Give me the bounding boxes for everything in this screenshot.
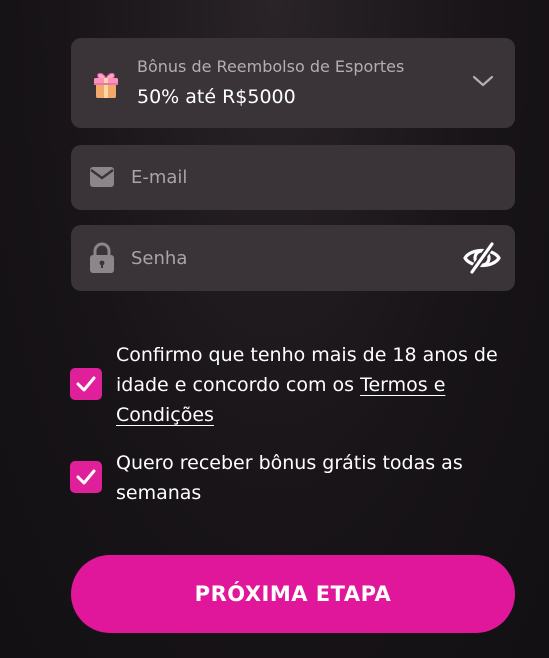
envelope-icon bbox=[90, 167, 114, 187]
weekly-bonus-label: Quero receber bônus grátis todas as sema… bbox=[116, 452, 463, 504]
lock-icon bbox=[90, 242, 114, 273]
registration-form: Bônus de Reembolso de Esportes 50% até R… bbox=[0, 0, 549, 658]
next-step-button[interactable]: PRÓXIMA ETAPA bbox=[71, 555, 515, 633]
terms-label: Confirmo que tenho mais de 18 anos de id… bbox=[116, 340, 511, 430]
chevron-down-icon[interactable] bbox=[471, 73, 495, 89]
password-input[interactable] bbox=[131, 225, 431, 291]
bonus-select[interactable]: Bônus de Reembolso de Esportes 50% até R… bbox=[71, 38, 515, 128]
terms-checkbox[interactable] bbox=[70, 368, 102, 400]
password-field[interactable] bbox=[71, 225, 515, 291]
email-field[interactable] bbox=[71, 145, 515, 210]
bonus-title: Bônus de Reembolso de Esportes bbox=[137, 57, 405, 76]
email-input[interactable] bbox=[131, 145, 431, 210]
bonus-value: 50% até R$5000 bbox=[137, 86, 296, 108]
checkmark-icon bbox=[76, 376, 96, 392]
gift-icon bbox=[94, 72, 118, 98]
weekly-bonus-checkbox[interactable] bbox=[70, 461, 102, 493]
checkmark-icon bbox=[76, 469, 96, 485]
eye-off-icon[interactable] bbox=[463, 239, 501, 277]
